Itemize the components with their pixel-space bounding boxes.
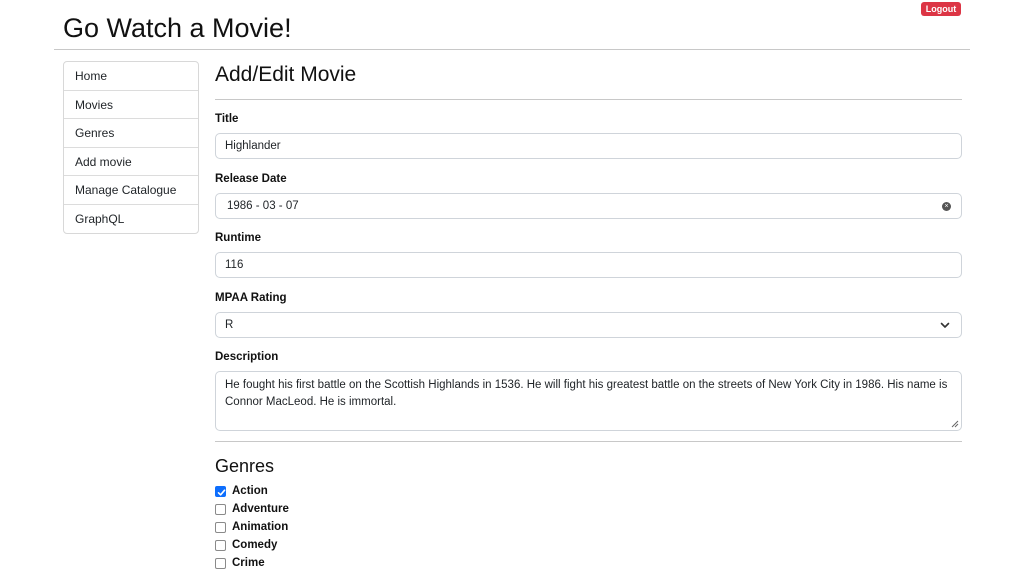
genre-label-action: Action — [232, 485, 268, 497]
logout-button[interactable]: Logout — [921, 2, 961, 16]
sidebar-item-movies[interactable]: Movies — [64, 91, 198, 119]
mpaa-rating-label: MPAA Rating — [215, 292, 287, 304]
runtime-value: 116 — [225, 259, 244, 271]
runtime-input[interactable]: 116 — [215, 252, 962, 278]
chevron-down-icon — [940, 322, 950, 328]
heading-divider — [215, 99, 962, 100]
release-date-value: 1986 - 03 - 07 — [227, 200, 299, 212]
genre-label-comedy: Comedy — [232, 539, 278, 551]
header-divider — [54, 49, 970, 50]
clear-icon[interactable]: × — [942, 202, 951, 211]
release-date-label: Release Date — [215, 173, 287, 185]
sidebar-item-graphql[interactable]: GraphQL — [64, 205, 198, 234]
description-textarea[interactable]: He fought his first battle on the Scotti… — [215, 371, 962, 431]
description-label: Description — [215, 351, 279, 363]
genre-row-crime[interactable]: Crime — [215, 554, 265, 572]
title-label: Title — [215, 113, 239, 125]
mpaa-rating-select[interactable]: R — [215, 312, 962, 338]
genre-checkbox-comedy[interactable] — [215, 539, 226, 551]
genre-checkbox-action[interactable] — [215, 485, 226, 497]
movie-form: Add/Edit Movie Title Highlander Release … — [215, 60, 962, 569]
genre-label-crime: Crime — [232, 557, 265, 569]
title-input[interactable]: Highlander — [215, 133, 962, 159]
genre-label-animation: Animation — [232, 521, 289, 533]
genre-row-action[interactable]: Action — [215, 482, 268, 500]
sidebar-item-manage-catalogue[interactable]: Manage Catalogue — [64, 176, 198, 205]
genre-checkbox-crime[interactable] — [215, 557, 226, 569]
sidebar-item-home[interactable]: Home — [64, 62, 198, 91]
runtime-label: Runtime — [215, 232, 261, 244]
sidebar-item-genres[interactable]: Genres — [64, 119, 198, 148]
description-value: He fought his first battle on the Scotti… — [225, 379, 948, 408]
sidebar: Home Movies Genres Add movie Manage Cata… — [63, 61, 199, 234]
page: Go Watch a Movie! Logout Home Movies Gen… — [0, 0, 1024, 576]
genre-row-animation[interactable]: Animation — [215, 518, 288, 536]
genre-row-adventure[interactable]: Adventure — [215, 500, 289, 518]
form-heading: Add/Edit Movie — [215, 63, 357, 86]
resize-handle-icon[interactable] — [951, 420, 959, 428]
app-title: Go Watch a Movie! — [63, 13, 292, 43]
release-date-input[interactable]: 1986 - 03 - 07 × — [215, 193, 962, 219]
genre-checkbox-adventure[interactable] — [215, 503, 226, 515]
description-divider — [215, 441, 962, 442]
sidebar-item-add-movie[interactable]: Add movie — [64, 148, 198, 176]
genre-label-adventure: Adventure — [232, 503, 289, 515]
title-input-value: Highlander — [225, 140, 281, 152]
genres-heading: Genres — [215, 456, 275, 476]
genre-row-comedy[interactable]: Comedy — [215, 536, 277, 554]
genre-checkbox-animation[interactable] — [215, 521, 226, 533]
mpaa-rating-value: R — [225, 319, 234, 331]
